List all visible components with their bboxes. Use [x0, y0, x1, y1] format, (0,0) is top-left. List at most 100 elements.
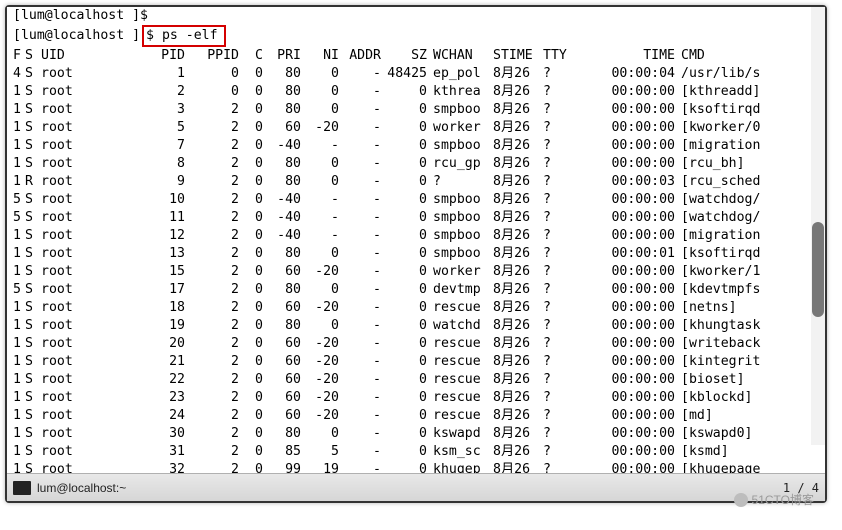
cell-wchan: rcu_gp [427, 155, 487, 173]
prompt-dollar: $ [146, 28, 154, 43]
cell-stime: 8月26 [487, 155, 537, 173]
cell-cmd: [watchdog/ [675, 209, 760, 227]
cell-ppid: 0 [185, 83, 239, 101]
cell-ppid: 2 [185, 317, 239, 335]
cell-wchan: smpboo [427, 209, 487, 227]
cell-stime: 8月26 [487, 137, 537, 155]
cell-wchan: ep_pol [427, 65, 487, 83]
cell-ppid: 2 [185, 299, 239, 317]
cell-stime: 8月26 [487, 191, 537, 209]
cell-c: 0 [239, 371, 263, 389]
cell-pid: 17 [143, 281, 185, 299]
cell-pri: -40 [263, 191, 301, 209]
cell-sz: 0 [381, 299, 427, 317]
col-cmd: CMD [675, 47, 760, 65]
cell-cmd: [rcu_bh] [675, 155, 760, 173]
cell-stime: 8月26 [487, 281, 537, 299]
cell-wchan: rescue [427, 299, 487, 317]
cell-pri: -40 [263, 137, 301, 155]
cell-stime: 8月26 [487, 173, 537, 191]
cell-ni: 0 [301, 317, 339, 335]
cell-s: S [25, 101, 41, 119]
cell-cmd: [kworker/0 [675, 119, 760, 137]
cell-addr: - [339, 281, 381, 299]
cell-s: S [25, 65, 41, 83]
process-row: 1Sroot1320800-0smpboo8月26?00:00:01[ksoft… [13, 245, 760, 263]
scrollbar-track[interactable] [811, 7, 825, 445]
cell-s: S [25, 119, 41, 137]
cell-ppid: 2 [185, 119, 239, 137]
cell-tty: ? [537, 245, 575, 263]
terminal-body[interactable]: [lum@localhost ]$ [lum@localhost ] $ ps … [7, 7, 825, 473]
cell-sz: 0 [381, 353, 427, 371]
cell-time: 00:00:00 [575, 443, 675, 461]
cell-ppid: 2 [185, 191, 239, 209]
cell-cmd: [khungtask [675, 317, 760, 335]
col-sz: SZ [381, 47, 427, 65]
scrollbar-thumb[interactable] [812, 222, 824, 317]
cell-stime: 8月26 [487, 119, 537, 137]
prompt-line: [lum@localhost ] $ ps -elf [13, 25, 819, 47]
cell-cmd: [kdevtmpfs [675, 281, 760, 299]
cell-pri: 80 [263, 83, 301, 101]
cell-s: S [25, 281, 41, 299]
cell-time: 00:00:00 [575, 461, 675, 473]
cell-sz: 0 [381, 335, 427, 353]
cell-c: 0 [239, 263, 263, 281]
command-highlight: $ ps -elf [142, 25, 225, 47]
process-row: 4Sroot100800-48425ep_pol8月26?00:00:04/us… [13, 65, 760, 83]
cell-ni: 0 [301, 281, 339, 299]
status-bar: lum@localhost:~ 1 / 4 [7, 473, 825, 501]
process-row: 1Sroot3020800-0kswapd8月26?00:00:00[kswap… [13, 425, 760, 443]
cell-wchan: rescue [427, 371, 487, 389]
cell-f: 1 [13, 101, 25, 119]
cell-pri: -40 [263, 227, 301, 245]
cell-pid: 7 [143, 137, 185, 155]
cell-sz: 0 [381, 119, 427, 137]
cell-pid: 12 [143, 227, 185, 245]
cell-pid: 8 [143, 155, 185, 173]
ps-output-table: FSUIDPIDPPIDCPRINIADDRSZWCHANSTIMETTYTIM… [13, 47, 760, 473]
cell-time: 00:00:03 [575, 173, 675, 191]
col-uid: UID [41, 47, 143, 65]
cell-time: 00:00:00 [575, 317, 675, 335]
cell-ppid: 2 [185, 137, 239, 155]
cell-pid: 21 [143, 353, 185, 371]
cell-sz: 0 [381, 245, 427, 263]
cell-time: 00:00:00 [575, 263, 675, 281]
cell-ppid: 2 [185, 407, 239, 425]
cell-pri: 80 [263, 281, 301, 299]
cell-wchan: ksm_sc [427, 443, 487, 461]
cell-ni: -20 [301, 407, 339, 425]
cell-tty: ? [537, 461, 575, 473]
cell-pri: 80 [263, 65, 301, 83]
cell-c: 0 [239, 227, 263, 245]
command-text: ps -elf [162, 28, 218, 43]
col-pri: PRI [263, 47, 301, 65]
cell-s: S [25, 335, 41, 353]
cell-tty: ? [537, 353, 575, 371]
cell-tty: ? [537, 191, 575, 209]
cell-s: S [25, 227, 41, 245]
process-row: 1Sroot182060-20-0rescue8月26?00:00:00[net… [13, 299, 760, 317]
cell-addr: - [339, 443, 381, 461]
cell-ni: -20 [301, 299, 339, 317]
cell-pid: 10 [143, 191, 185, 209]
statusbar-title: lum@localhost:~ [37, 481, 126, 495]
cell-stime: 8月26 [487, 101, 537, 119]
process-row: 5Sroot1020-40--0smpboo8月26?00:00:00[watc… [13, 191, 760, 209]
cell-tty: ? [537, 407, 575, 425]
col-f: F [13, 47, 25, 65]
process-row: 1Sroot222060-20-0rescue8月26?00:00:00[bio… [13, 371, 760, 389]
cell-uid: root [41, 443, 143, 461]
cell-s: S [25, 353, 41, 371]
cell-cmd: [migration [675, 137, 760, 155]
cell-pri: 60 [263, 371, 301, 389]
cell-time: 00:00:00 [575, 83, 675, 101]
process-row: 1Sroot232060-20-0rescue8月26?00:00:00[kbl… [13, 389, 760, 407]
process-row: 1Sroot202060-20-0rescue8月26?00:00:00[wri… [13, 335, 760, 353]
terminal-window: [lum@localhost ]$ [lum@localhost ] $ ps … [5, 5, 827, 503]
cell-ni: 0 [301, 65, 339, 83]
cell-tty: ? [537, 227, 575, 245]
cell-pid: 9 [143, 173, 185, 191]
